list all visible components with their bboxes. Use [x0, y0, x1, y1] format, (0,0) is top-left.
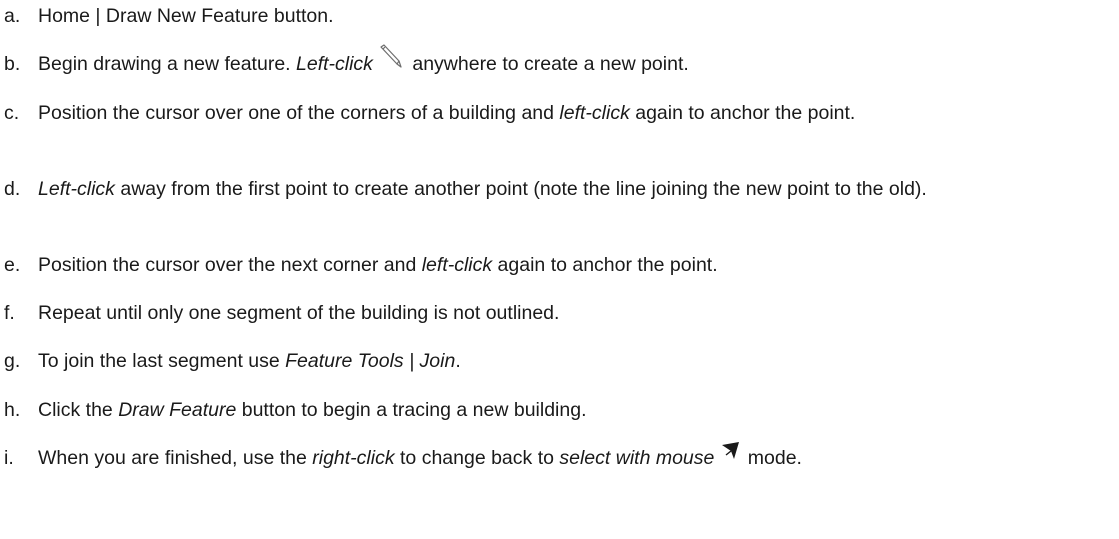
- step-marker: a.: [4, 5, 21, 27]
- step-text: Position the cursor over the next corner…: [38, 254, 718, 276]
- step-text: Left-click away from the first point to …: [38, 178, 927, 200]
- step-marker: b.: [4, 53, 21, 75]
- step-text: To join the last segment use Feature Too…: [38, 350, 461, 372]
- step-text: When you are finished, use the right-cli…: [38, 441, 908, 472]
- step-marker: g.: [4, 350, 21, 372]
- step-marker: d.: [4, 178, 21, 200]
- step-text: Position the cursor over one of the corn…: [38, 102, 856, 124]
- step-text: Home | Draw New Feature button.: [38, 5, 334, 27]
- pencil-icon: [377, 44, 403, 68]
- step-marker: c.: [4, 102, 20, 124]
- step-marker: i.: [4, 447, 14, 469]
- step-marker: f.: [4, 302, 15, 324]
- step-marker: h.: [4, 399, 21, 421]
- step-text: Begin drawing a new feature. Left-click …: [38, 44, 1113, 78]
- step-text: Click the Draw Feature button to begin a…: [38, 399, 587, 421]
- step-marker: e.: [4, 254, 21, 276]
- step-text: Repeat until only one segment of the bui…: [38, 302, 560, 324]
- select-arrow-icon: [720, 441, 742, 461]
